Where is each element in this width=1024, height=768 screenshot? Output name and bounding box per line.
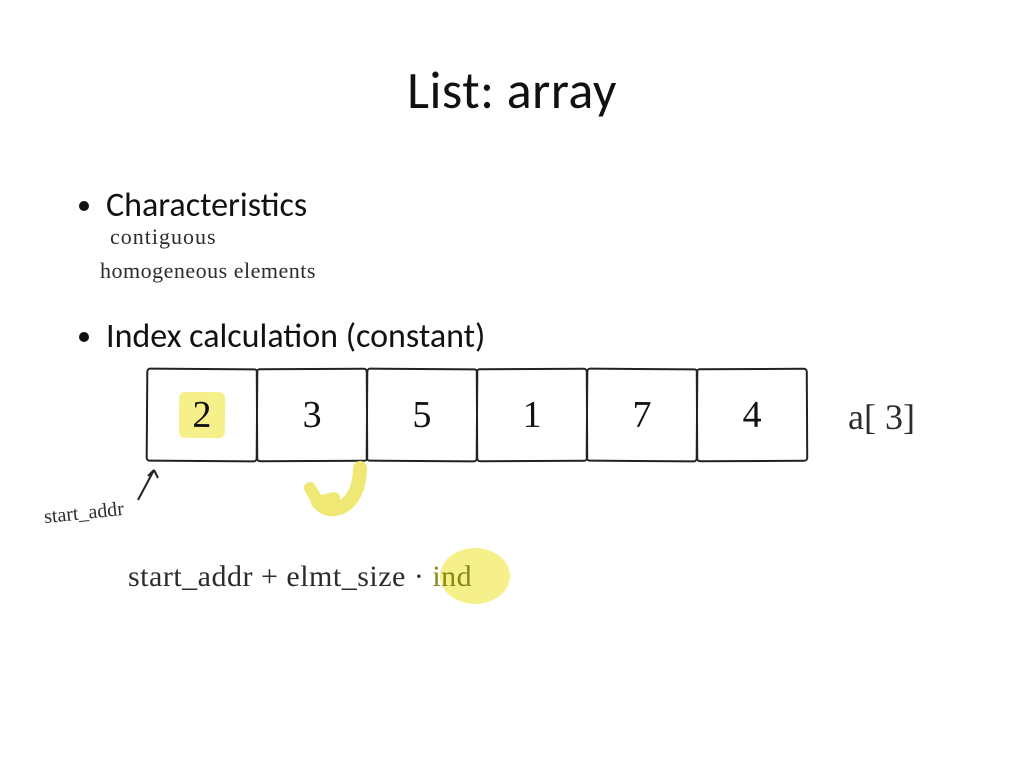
handwritten-start-addr: start_addr (43, 498, 125, 529)
slide-title: List: array (0, 58, 1024, 122)
array-cell-0-value: 2 (192, 393, 211, 437)
array-cell-1-value: 3 (302, 393, 321, 437)
arrow-start-addr-icon (132, 464, 172, 504)
bullet-characteristics: Characteristics (106, 186, 485, 227)
array-cell-5: 4 (696, 368, 808, 463)
array-cell-2-value: 5 (412, 393, 431, 437)
formula-ind: ind (424, 560, 472, 593)
array-cell-2: 5 (366, 368, 479, 463)
array-cell-0: 2 (146, 368, 259, 463)
array-cell-4-value: 7 (632, 393, 651, 437)
array-cell-5-value: 4 (742, 393, 761, 437)
array-cell-3-value: 1 (522, 393, 541, 437)
bullet-index-calc: Index calculation (constant) (106, 317, 485, 358)
array-diagram: 2 3 5 1 7 4 (146, 368, 808, 462)
handwritten-a-index: a[ 3] (848, 396, 915, 438)
array-cell-4: 7 (586, 368, 699, 463)
handwritten-contiguous: contiguous (110, 224, 217, 250)
arrow-yellow-curve-icon (300, 458, 380, 538)
array-row: 2 3 5 1 7 4 (146, 368, 808, 462)
formula-dot: · (414, 560, 425, 593)
slide: List: array Characteristics Index calcul… (0, 0, 1024, 768)
handwritten-homogeneous: homogeneous elements (100, 258, 316, 284)
array-cell-3: 1 (476, 368, 588, 463)
formula-part1: start_addr + elmt_size (128, 560, 414, 593)
handwritten-formula: start_addr + elmt_size · ind (128, 560, 472, 594)
array-cell-1: 3 (256, 368, 368, 463)
